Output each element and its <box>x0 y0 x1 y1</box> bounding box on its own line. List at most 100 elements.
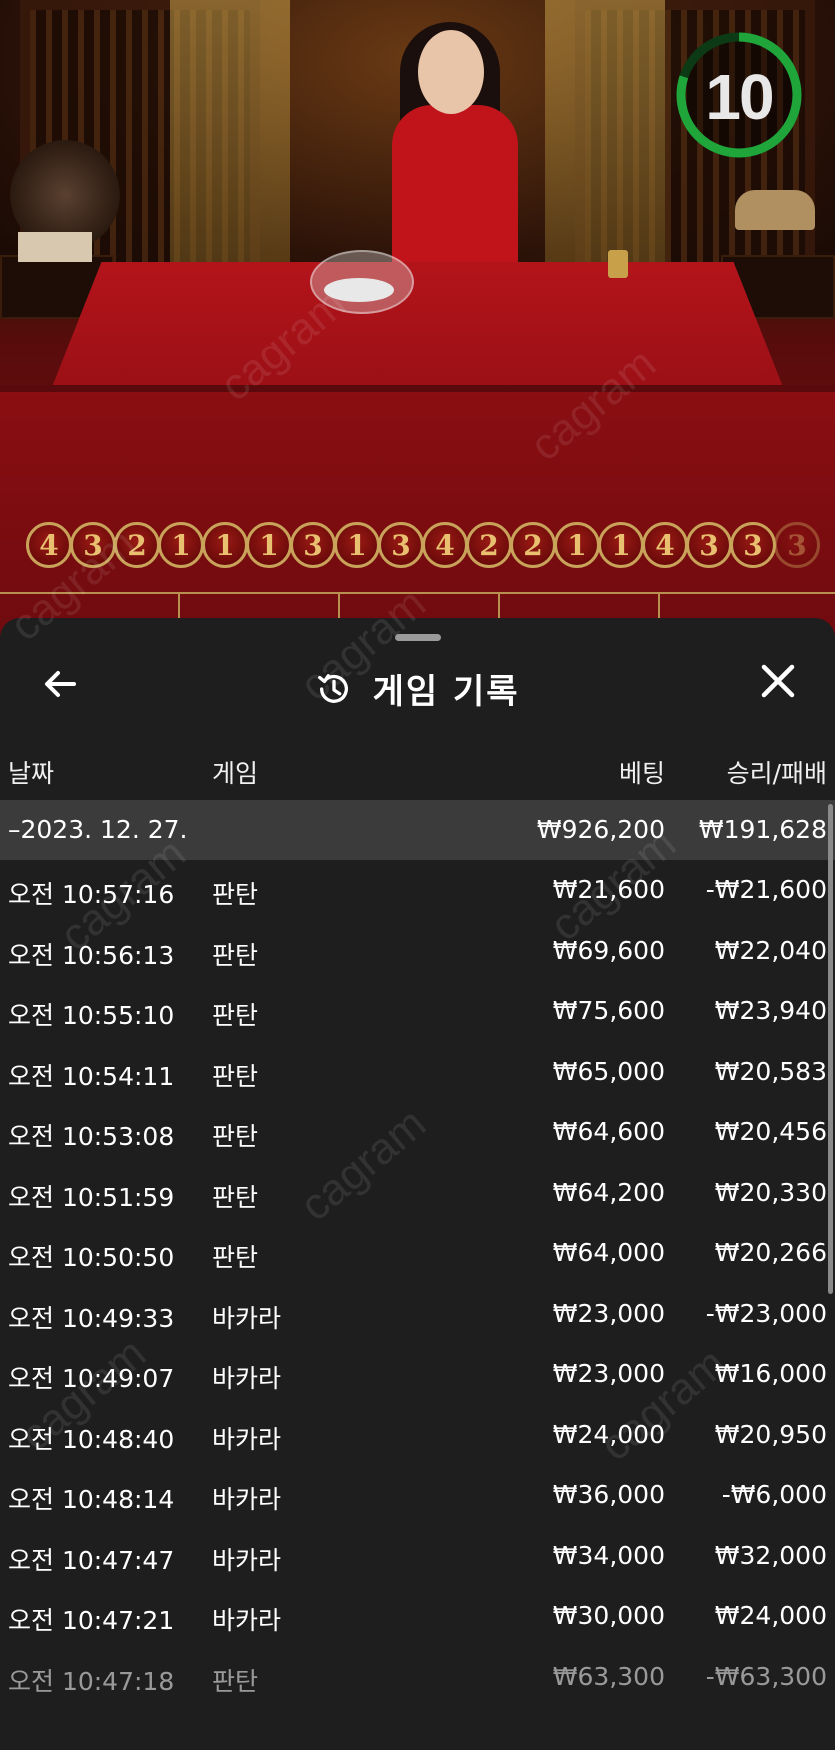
row-win-loss: ₩23,940 <box>714 996 827 1025</box>
result-ball: 1 <box>554 522 600 568</box>
row-bet: ₩34,000 <box>552 1540 665 1570</box>
row-game: 판탄 <box>212 1182 259 1212</box>
result-ball: 1 <box>202 522 248 568</box>
row-time: 오전 10:47:47 <box>8 1545 175 1575</box>
result-ball: 2 <box>114 522 160 568</box>
history-row[interactable]: 오전 10:57:16 판탄 ₩21,600 -₩21,600 <box>0 860 835 921</box>
row-time: 오전 10:49:33 <box>8 1303 175 1333</box>
drag-handle[interactable] <box>395 634 441 641</box>
row-game: 바카라 <box>212 1364 282 1393</box>
result-ball: 3 <box>378 522 424 568</box>
history-row[interactable]: 오전 10:54:11 판탄 ₩65,000 ₩20,583 <box>0 1042 835 1103</box>
countdown-timer: 10 <box>674 30 804 160</box>
history-row[interactable]: 오전 10:47:47 바카라 ₩34,000 ₩32,000 <box>0 1526 835 1587</box>
table-lamp <box>608 250 628 278</box>
history-row[interactable]: 오전 10:55:10 판탄 ₩75,600 ₩23,940 <box>0 981 835 1042</box>
result-ball: 3 <box>774 522 820 568</box>
live-video-feed: 10 432111313422114333 <box>0 0 835 640</box>
row-bet: ₩64,000 <box>552 1238 665 1267</box>
row-time: 오전 10:48:14 <box>8 1485 175 1514</box>
group-date: –2023. 12. 27. <box>8 815 188 844</box>
row-game: 판탄 <box>212 940 259 970</box>
row-bet: ₩64,600 <box>552 1117 665 1146</box>
row-game: 판탄 <box>212 880 259 909</box>
result-ball: 4 <box>422 522 468 568</box>
row-win-loss: ₩32,000 <box>714 1540 827 1570</box>
history-row[interactable]: 오전 10:47:21 바카라 ₩30,000 ₩24,000 <box>0 1586 835 1647</box>
row-win-loss: -₩63,300 <box>705 1661 827 1691</box>
row-win-loss: -₩21,600 <box>705 875 827 904</box>
row-time: 오전 10:50:50 <box>8 1243 175 1272</box>
row-game: 바카라 <box>212 1545 282 1575</box>
result-ball: 4 <box>642 522 688 568</box>
row-win-loss: -₩23,000 <box>705 1298 827 1328</box>
row-game: 판탄 <box>212 1001 259 1030</box>
row-win-loss: ₩20,330 <box>714 1177 827 1207</box>
bead-bowl <box>310 250 414 314</box>
row-time: 오전 10:51:59 <box>8 1182 175 1212</box>
row-win-loss: -₩6,000 <box>721 1480 827 1509</box>
history-row[interactable]: 오전 10:47:18 판탄 ₩63,300 -₩63,300 <box>0 1647 835 1708</box>
history-row[interactable]: 오전 10:50:50 판탄 ₩64,000 ₩20,266 <box>0 1223 835 1284</box>
row-bet: ₩63,300 <box>552 1661 665 1691</box>
history-row[interactable]: 오전 10:51:59 판탄 ₩64,200 ₩20,330 <box>0 1163 835 1224</box>
column-header-game: 게임 <box>212 759 259 788</box>
panel-header: 게임 기록 <box>0 646 835 726</box>
row-time: 오전 10:47:21 <box>8 1606 175 1635</box>
row-bet: ₩30,000 <box>552 1601 665 1630</box>
result-road: 432111313422114333 <box>26 522 835 572</box>
row-time: 오전 10:57:16 <box>8 880 175 909</box>
row-time: 오전 10:49:07 <box>8 1364 175 1393</box>
date-group-row[interactable]: –2023. 12. 27. ₩926,200 ₩191,628 <box>0 800 835 860</box>
column-header-bet: 베팅 <box>618 759 665 788</box>
row-game: 바카라 <box>212 1424 282 1454</box>
result-ball: 2 <box>510 522 556 568</box>
row-time: 오전 10:54:11 <box>8 1061 175 1091</box>
group-win-loss-total: ₩191,628 <box>698 815 827 844</box>
history-row[interactable]: 오전 10:49:33 바카라 ₩23,000 -₩23,000 <box>0 1284 835 1345</box>
game-history-panel: 게임 기록 날짜 게임 베팅 승리/패배 –2023. 12. 27. ₩926… <box>0 618 835 1750</box>
row-game: 판탄 <box>212 1122 259 1151</box>
close-icon <box>761 664 795 698</box>
table-header: 날짜 게임 베팅 승리/패배 <box>0 746 835 796</box>
row-time: 오전 10:47:18 <box>8 1666 175 1696</box>
dealer <box>392 105 518 270</box>
timer-value: 10 <box>705 61 774 133</box>
result-ball: 3 <box>730 522 776 568</box>
result-ball: 1 <box>158 522 204 568</box>
history-row[interactable]: 오전 10:48:14 바카라 ₩36,000 -₩6,000 <box>0 1465 835 1526</box>
row-win-loss: ₩16,000 <box>714 1359 827 1388</box>
group-bet-total: ₩926,200 <box>536 815 665 844</box>
gold-panel-left <box>170 0 290 270</box>
row-time: 오전 10:48:40 <box>8 1424 175 1454</box>
history-clock-icon <box>318 673 349 703</box>
result-ball: 2 <box>466 522 512 568</box>
row-bet: ₩21,600 <box>552 875 665 904</box>
row-bet: ₩23,000 <box>552 1359 665 1388</box>
row-bet: ₩24,000 <box>552 1419 665 1449</box>
row-bet: ₩64,200 <box>552 1177 665 1207</box>
result-ball: 4 <box>26 522 72 568</box>
row-time: 오전 10:55:10 <box>8 1001 175 1030</box>
decor-pot <box>18 232 92 262</box>
row-win-loss: ₩24,000 <box>714 1601 827 1630</box>
close-button[interactable] <box>753 660 803 710</box>
result-ball: 3 <box>686 522 732 568</box>
result-ball: 1 <box>598 522 644 568</box>
result-ball: 3 <box>290 522 336 568</box>
history-row[interactable]: 오전 10:49:07 바카라 ₩23,000 ₩16,000 <box>0 1344 835 1405</box>
gold-panel-right <box>545 0 665 270</box>
row-bet: ₩36,000 <box>552 1480 665 1509</box>
history-row[interactable]: 오전 10:48:40 바카라 ₩24,000 ₩20,950 <box>0 1405 835 1466</box>
panel-title-group: 게임 기록 <box>0 664 835 713</box>
row-bet: ₩75,600 <box>552 996 665 1025</box>
scrollbar[interactable] <box>828 804 833 1294</box>
panel-title: 게임 기록 <box>372 672 520 712</box>
row-win-loss: ₩20,583 <box>714 1056 827 1086</box>
row-game: 바카라 <box>212 1606 282 1635</box>
history-row[interactable]: 오전 10:53:08 판탄 ₩64,600 ₩20,456 <box>0 1102 835 1163</box>
history-row[interactable]: 오전 10:56:13 판탄 ₩69,600 ₩22,040 <box>0 921 835 982</box>
row-win-loss: ₩20,456 <box>714 1117 827 1146</box>
row-win-loss: ₩20,266 <box>714 1238 827 1267</box>
row-bet: ₩65,000 <box>552 1056 665 1086</box>
